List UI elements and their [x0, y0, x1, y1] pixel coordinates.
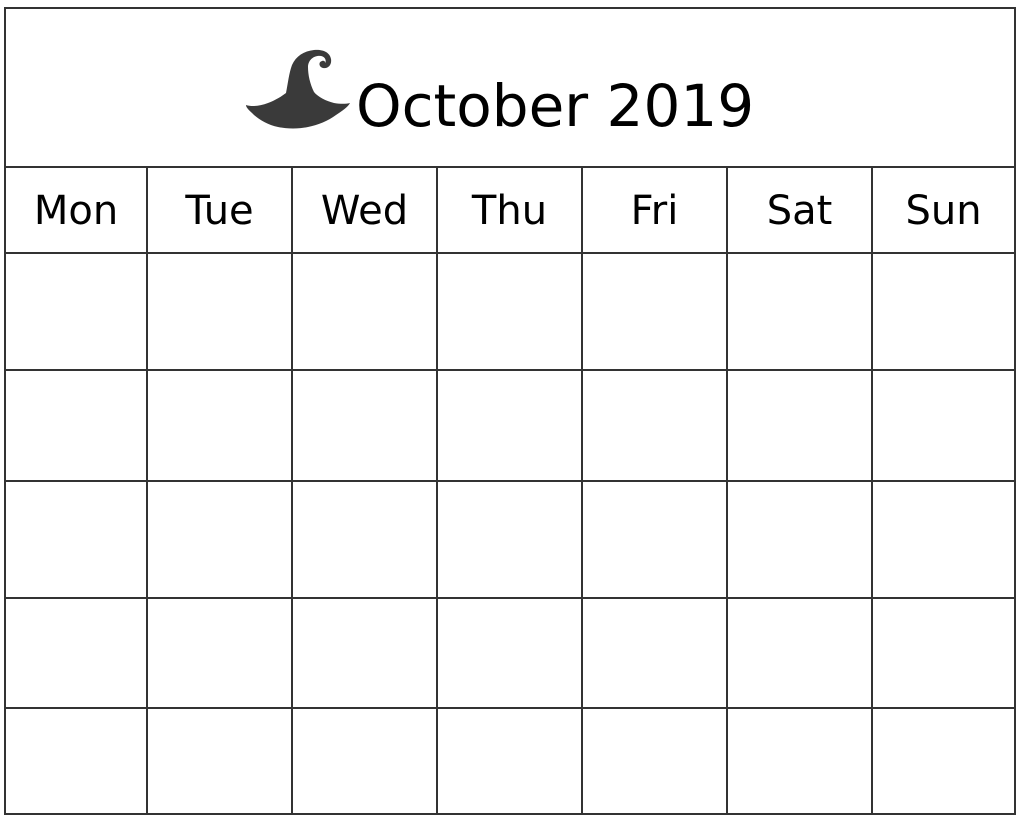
day-cell[interactable] — [728, 254, 873, 371]
weekday-sat: Sat — [728, 168, 873, 252]
month-title: October 2019 — [356, 72, 755, 140]
weekday-tue: Tue — [148, 168, 293, 252]
day-cell[interactable] — [728, 482, 873, 599]
day-cell[interactable] — [728, 709, 873, 813]
day-cell[interactable] — [293, 599, 438, 709]
weekday-wed: Wed — [293, 168, 438, 252]
day-cell[interactable] — [873, 599, 1014, 709]
day-cell[interactable] — [293, 254, 438, 371]
day-cell[interactable] — [293, 709, 438, 813]
title-block: October 2019 — [242, 37, 754, 137]
title-row: October 2019 — [6, 9, 1014, 168]
day-cell[interactable] — [583, 254, 728, 371]
weekday-fri: Fri — [583, 168, 728, 252]
weekday-header: Mon Tue Wed Thu Fri Sat Sun — [6, 168, 1014, 254]
day-cell[interactable] — [728, 599, 873, 709]
day-cell[interactable] — [873, 371, 1014, 482]
day-cell[interactable] — [148, 599, 293, 709]
day-cell[interactable] — [6, 709, 148, 813]
day-cell[interactable] — [438, 371, 583, 482]
day-cell[interactable] — [873, 254, 1014, 371]
day-cell[interactable] — [583, 599, 728, 709]
day-cell[interactable] — [293, 482, 438, 599]
day-cell[interactable] — [148, 371, 293, 482]
weekday-mon: Mon — [6, 168, 148, 252]
day-cell[interactable] — [148, 482, 293, 599]
day-cell[interactable] — [293, 371, 438, 482]
day-cell[interactable] — [438, 709, 583, 813]
day-cell[interactable] — [6, 371, 148, 482]
weekday-sun: Sun — [905, 188, 982, 234]
day-cell[interactable] — [873, 709, 1014, 813]
day-cell[interactable] — [438, 254, 583, 371]
day-cell[interactable] — [583, 371, 728, 482]
day-cell[interactable] — [148, 254, 293, 371]
witch-hat-icon — [246, 49, 350, 129]
day-cell[interactable] — [6, 482, 148, 599]
day-grid — [6, 254, 1014, 813]
day-cell[interactable] — [6, 254, 148, 371]
calendar: October 2019 Mon Tue Wed Thu Fri Sat Sun — [4, 7, 1016, 815]
day-cell[interactable] — [438, 482, 583, 599]
day-cell[interactable] — [6, 599, 148, 709]
day-cell[interactable] — [583, 482, 728, 599]
weekday-thu: Thu — [438, 168, 583, 252]
day-cell[interactable] — [873, 482, 1014, 599]
day-cell[interactable] — [583, 709, 728, 813]
day-cell[interactable] — [148, 709, 293, 813]
day-cell[interactable] — [438, 599, 583, 709]
day-cell[interactable] — [728, 371, 873, 482]
